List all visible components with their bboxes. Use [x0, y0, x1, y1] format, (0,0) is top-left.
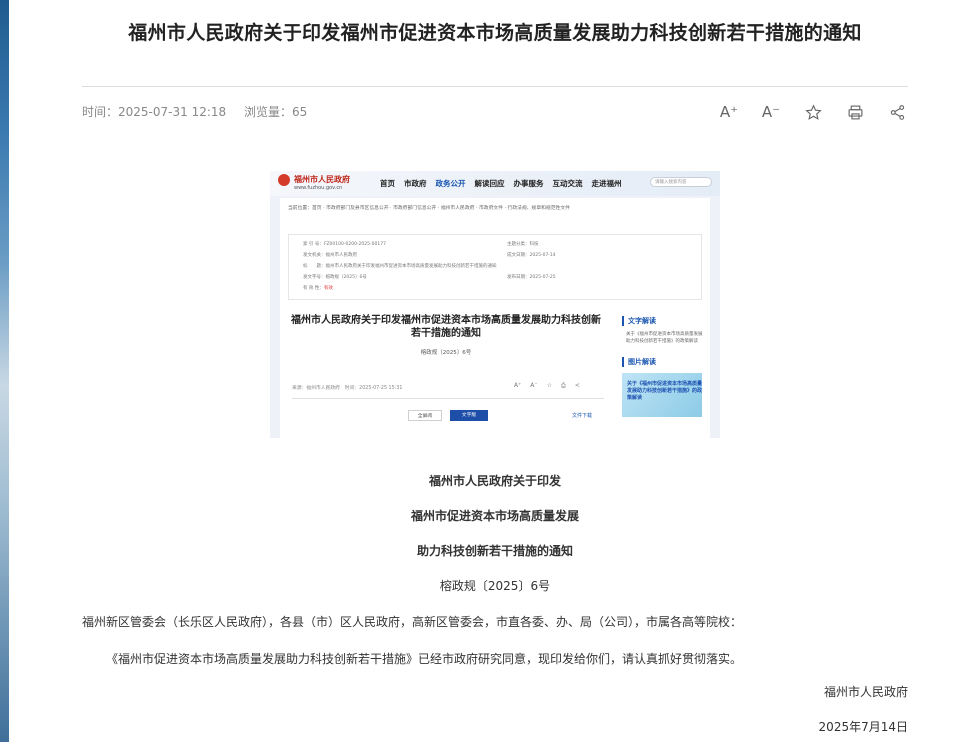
screenshot-nav-item: 解读回应 [474, 179, 505, 188]
screenshot-nav-item: 走进福州 [591, 179, 622, 188]
screenshot-download-link: 文件下载 [572, 413, 593, 419]
sidebar-text-item: 关于《福州市促进资本市场高质量发展助力科技创新若干措施》的政策解读 [626, 332, 703, 344]
share-icon: ≺ [574, 382, 580, 389]
screenshot-doc-number: 榕政规〔2025〕6号 [420, 350, 472, 356]
screenshot-nav-item: 互动交流 [552, 179, 583, 188]
screenshot-logo-text: 福州市人民政府 [294, 174, 350, 184]
screenshot-body: 当前位置：首页 · 市政府部门及县市区信息公开 · 市政府部门信息公开 · 福州… [280, 198, 710, 438]
screenshot-text-version-button: 文字版 [450, 410, 488, 421]
decrease-font-icon[interactable]: A⁻ [760, 101, 782, 123]
doc-recipients: 福州新区管委会（长乐区人民政府），各县（市）区人民政府，高新区管委会，市直各委、… [82, 615, 743, 629]
screenshot-nav-item-active: 政务公开 [435, 179, 466, 188]
share-icon[interactable] [886, 101, 908, 123]
article-meta: 时间：2025-07-31 12:18 浏览量：65 [82, 103, 321, 120]
doc-heading-2: 福州市促进资本市场高质量发展 [410, 509, 579, 523]
page-title: 福州市人民政府关于印发福州市促进资本市场高质量发展助力科技创新若干措施的通知 [128, 22, 862, 44]
doc-heading-3: 助力科技创新若干措施的通知 [416, 544, 573, 558]
increase-font-icon[interactable]: A⁺ [718, 101, 740, 123]
screenshot-meta: 来源：福州市人民政府 时间：2025-07-25 15:31 [292, 386, 403, 391]
sidebar-pic-heading: 图片解读 [622, 357, 706, 367]
info-row: 索 引 号：FZ00100-0200-2025-00177 [303, 242, 386, 247]
font-up-icon: A⁺ [514, 382, 522, 389]
info-row: 成文日期：2025-07-14 [507, 253, 556, 258]
publish-time: 时间：2025-07-31 12:18 [82, 105, 227, 119]
doc-date: 2025年7月14日 [818, 720, 908, 734]
screenshot-nav-item: 办事服务 [513, 179, 544, 188]
doc-issuer: 福州市人民政府 [823, 685, 908, 699]
screenshot-doc-title: 福州市人民政府关于印发福州市促进资本市场高质量发展助力科技创新若干措施的通知 [291, 315, 601, 339]
print-icon[interactable] [844, 101, 866, 123]
doc-heading-1: 福州市人民政府关于印发 [428, 474, 561, 488]
article-toolbar: A⁺ A⁻ [718, 101, 908, 123]
info-row: 有 效 性：有效 [303, 286, 333, 291]
screenshot-nav-item: 市政府 [404, 179, 427, 188]
sidebar-text-heading: 文字解读 [622, 316, 706, 326]
screenshot-tools: A⁺ A⁻ ☆ ⎙ ≺ [514, 382, 589, 390]
screenshot-search: 请输入搜索内容 [650, 177, 712, 187]
sidebar-pic-thumbnail: 关于《福州市促进资本市场高质量发展助力科技创新若干措施》的政策解读 [622, 373, 702, 417]
font-down-icon: A⁻ [530, 382, 538, 389]
screenshot-sidebar: 文字解读 关于《福州市促进资本市场高质量发展助力科技创新若干措施》的政策解读 图… [622, 316, 706, 417]
screenshot-nav: 首页 市政府 政务公开 解读回应 办事服务 互动交流 走进福州 [380, 178, 631, 189]
info-row: 标 题：福州市人民政府关于印发福州市促进资本市场高质量发展助力科技创新若干措施的… [303, 264, 497, 269]
article-screenshot-image: 福州市人民政府 www.fuzhou.gov.cn 首页 市政府 政务公开 解读… [270, 171, 720, 438]
title-divider [82, 86, 908, 87]
doc-number: 榕政规〔2025〕6号 [439, 579, 551, 593]
info-row: 发文字号：榕政规〔2025〕6号 [303, 275, 367, 280]
screenshot-info-box: 索 引 号：FZ00100-0200-2025-00177 发文机关：福州市人民… [288, 234, 702, 300]
info-row: 发布日期：2025-07-25 [507, 275, 556, 280]
background-strip [0, 0, 9, 742]
print-icon: ⎙ [560, 382, 566, 389]
screenshot-divider [292, 398, 604, 399]
screenshot-breadcrumb: 当前位置：首页 · 市政府部门及县市区信息公开 · 市政府部门信息公开 · 福州… [288, 206, 570, 211]
info-row: 发文机关：福州市人民政府 [303, 253, 357, 258]
emblem-icon [278, 174, 290, 186]
favorite-star-icon[interactable] [802, 101, 824, 123]
view-count: 浏览量：65 [243, 105, 308, 119]
info-row: 主题分类：科技 [507, 242, 539, 247]
screenshot-nav-item: 首页 [380, 179, 395, 188]
star-icon: ☆ [546, 382, 552, 389]
doc-body: 《福州市促进资本市场高质量发展助力科技创新若干措施》已经市政府研究同意，现印发给… [106, 652, 743, 666]
screenshot-logo-url: www.fuzhou.gov.cn [294, 185, 343, 191]
screenshot-fullscreen-button: 全屏阅 [408, 410, 442, 421]
screenshot-header: 福州市人民政府 www.fuzhou.gov.cn 首页 市政府 政务公开 解读… [270, 171, 720, 196]
